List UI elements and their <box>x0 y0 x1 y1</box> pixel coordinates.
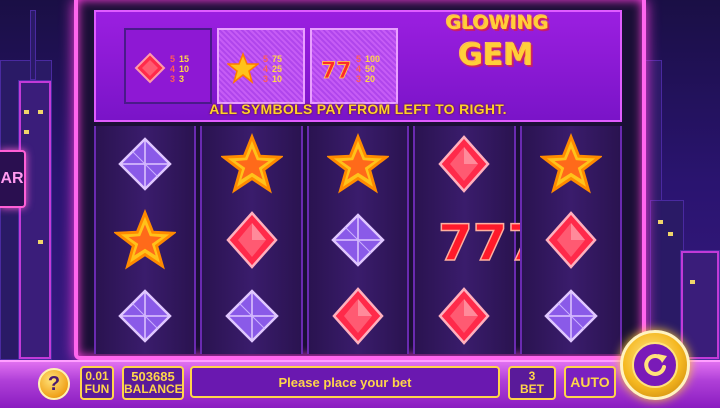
reels-area: 777 <box>94 126 623 354</box>
count: 4 <box>170 64 176 74</box>
ruby-icon <box>415 278 513 354</box>
spin-button-face <box>632 342 678 388</box>
pay: 100 <box>365 54 381 64</box>
balance-display: 503685 BALANCE <box>122 366 184 400</box>
crystal-icon <box>522 278 620 354</box>
count: 3 <box>263 74 269 84</box>
svg-text:777: 777 <box>438 214 524 272</box>
reel-5 <box>519 126 623 354</box>
count: 5 <box>263 54 269 64</box>
paytable-star-values: 5 75 4 25 3 10 <box>263 54 282 84</box>
star-icon <box>96 202 194 278</box>
spin-button[interactable] <box>620 330 690 400</box>
status-message: Please place your bet <box>190 366 500 398</box>
help-label: ? <box>47 372 61 395</box>
pay: 10 <box>179 64 190 74</box>
pay: 25 <box>272 64 283 74</box>
star-icon <box>309 126 407 202</box>
paytable-gem: 5 15 4 10 33 <box>124 28 212 104</box>
fun-label: FUN <box>84 382 110 396</box>
antenna <box>30 10 36 80</box>
ruby-icon <box>202 202 300 278</box>
ruby-icon <box>522 202 620 278</box>
count: 4 <box>263 64 269 74</box>
logo-line-1: GLOWING <box>446 12 549 34</box>
reel-4: 777 <box>413 126 524 354</box>
star-icon <box>522 126 620 202</box>
reel-2 <box>200 126 303 354</box>
pay-rule-note: ALL SYMBOLS PAY FROM LEFT TO RIGHT. <box>209 101 507 117</box>
seven-icon: 77 <box>321 59 352 84</box>
ruby-icon <box>134 52 166 84</box>
balance-label: BALANCE <box>124 382 183 396</box>
star-icon <box>202 126 300 202</box>
pay: 50 <box>365 64 376 74</box>
building <box>18 80 52 360</box>
paytable-seven: 77 5 100 4 50 3 20 <box>310 28 398 104</box>
sign-text: AR <box>0 170 24 187</box>
pay: 75 <box>272 54 283 64</box>
help-button[interactable]: ? <box>38 368 70 400</box>
refresh-arrow-icon <box>644 353 667 376</box>
neon-bar-sign: AR <box>0 150 26 208</box>
logo-line-2: GEM <box>458 38 534 73</box>
pay: 3 <box>179 74 185 84</box>
paytable-gem-values: 5 15 4 10 33 <box>170 54 189 84</box>
crystal-icon <box>96 278 194 354</box>
count: 5 <box>356 54 362 64</box>
paytable-seven-values: 5 100 4 50 3 20 <box>356 54 380 84</box>
bet-label: BET <box>520 382 544 396</box>
ruby-icon <box>415 126 513 202</box>
pay: 20 <box>365 74 376 84</box>
svg-text:77: 77 <box>321 59 352 84</box>
auto-label: AUTO <box>570 374 610 390</box>
count: 3 <box>356 74 362 84</box>
count: 4 <box>356 64 362 74</box>
paytable-star: 5 75 4 25 3 10 <box>217 28 305 104</box>
crystal-icon <box>309 202 407 278</box>
ruby-icon <box>309 278 407 354</box>
reel-1 <box>94 126 197 354</box>
pay: 15 <box>179 54 190 64</box>
count: 5 <box>170 54 176 64</box>
crystal-icon <box>96 126 194 202</box>
fun-coin-value[interactable]: 0.01 FUN <box>80 366 114 400</box>
game-logo: GLOWING GEM <box>446 12 549 73</box>
building <box>680 250 720 360</box>
count: 3 <box>170 74 176 84</box>
star-icon <box>227 52 259 84</box>
crystal-icon <box>202 278 300 354</box>
reel-3 <box>306 126 410 354</box>
pay: 10 <box>272 74 283 84</box>
auto-spin-button[interactable]: AUTO <box>564 366 616 398</box>
bet-selector[interactable]: 3 BET <box>508 366 556 400</box>
